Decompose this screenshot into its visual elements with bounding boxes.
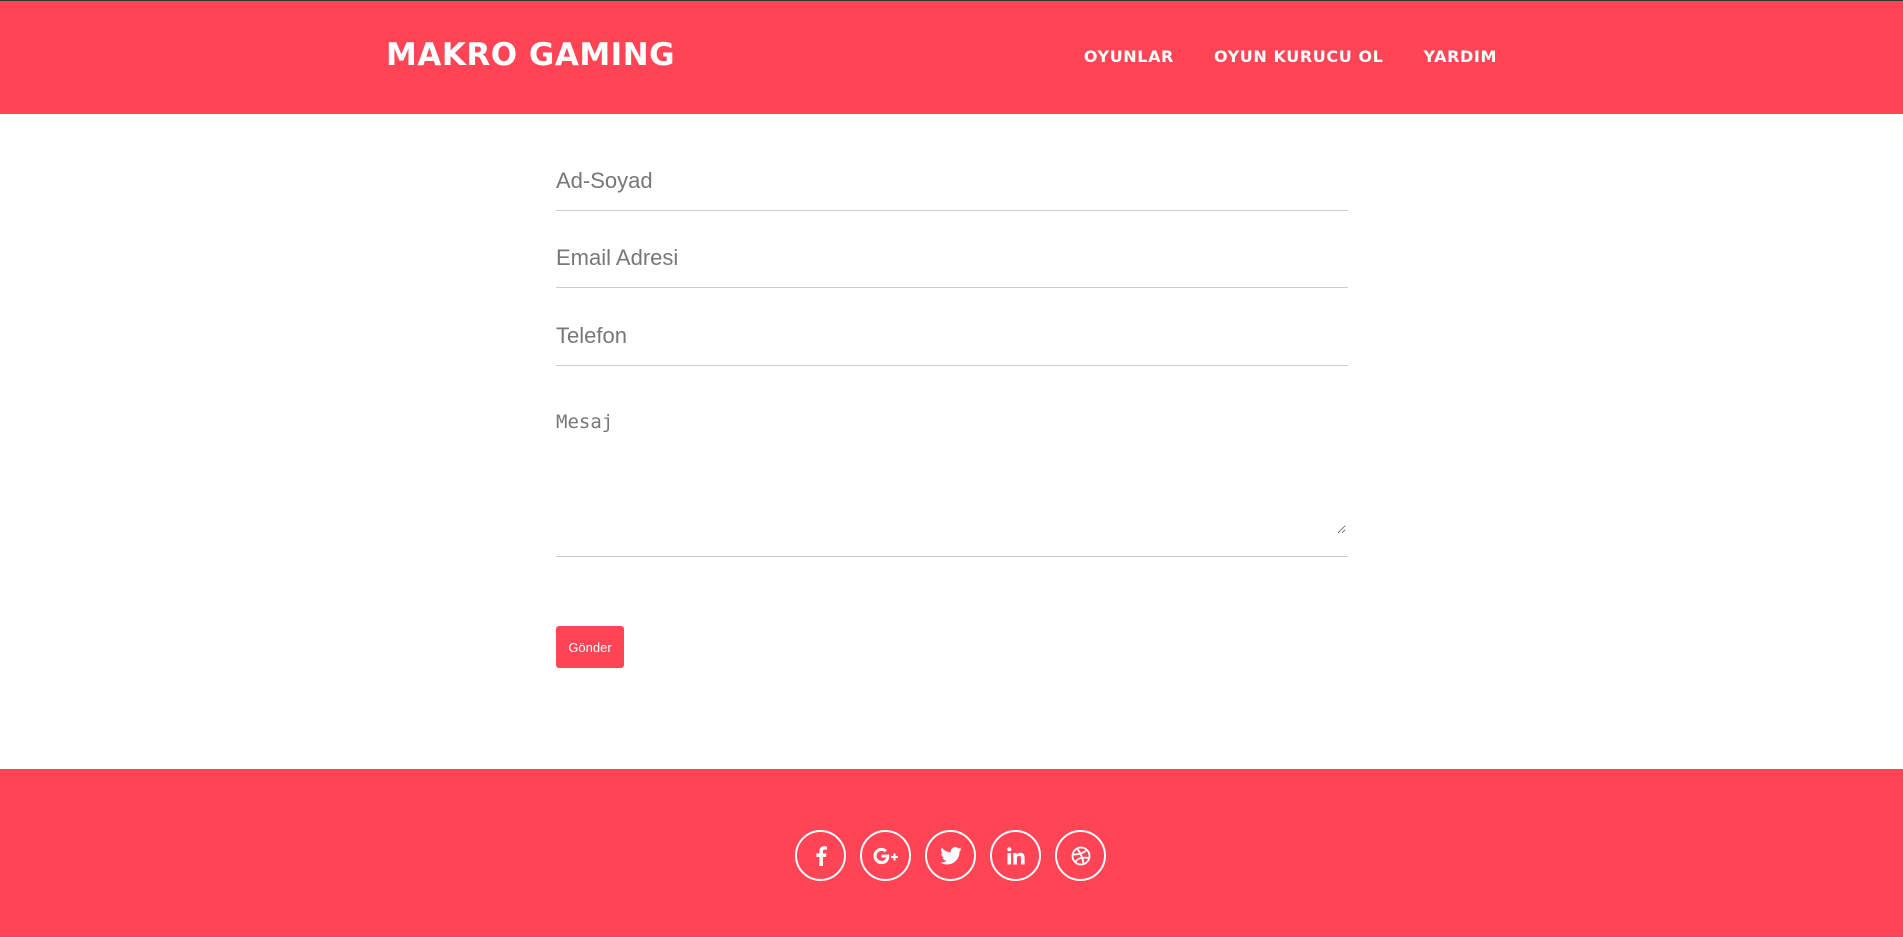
social-links	[795, 830, 1106, 881]
nav-item-yardim[interactable]: YARDIM	[1423, 46, 1497, 68]
nav-item-oyun-kurucu-ol[interactable]: OYUN KURUCU OL	[1214, 46, 1384, 68]
google-plus-icon[interactable]	[860, 830, 911, 881]
dribbble-icon[interactable]	[1055, 830, 1106, 881]
linkedin-icon[interactable]	[990, 830, 1041, 881]
twitter-icon[interactable]	[925, 830, 976, 881]
name-input[interactable]	[556, 152, 1348, 210]
name-field-wrapper	[556, 152, 1348, 211]
message-field-wrapper	[556, 406, 1348, 557]
submit-button[interactable]: Gönder	[556, 626, 624, 668]
phone-input[interactable]	[556, 306, 1348, 365]
email-input[interactable]	[556, 229, 1348, 287]
facebook-icon[interactable]	[795, 830, 846, 881]
message-textarea[interactable]	[556, 410, 1346, 534]
phone-field-wrapper	[556, 306, 1348, 366]
main-nav: OYUNLAR OYUN KURUCU OL YARDIM	[1084, 46, 1497, 68]
nav-item-oyunlar[interactable]: OYUNLAR	[1084, 46, 1174, 68]
site-footer	[0, 769, 1903, 938]
site-header: MAKRO GAMING OYUNLAR OYUN KURUCU OL YARD…	[0, 1, 1903, 114]
brand-logo[interactable]: MAKRO GAMING	[386, 35, 675, 75]
email-field-wrapper	[556, 229, 1348, 288]
